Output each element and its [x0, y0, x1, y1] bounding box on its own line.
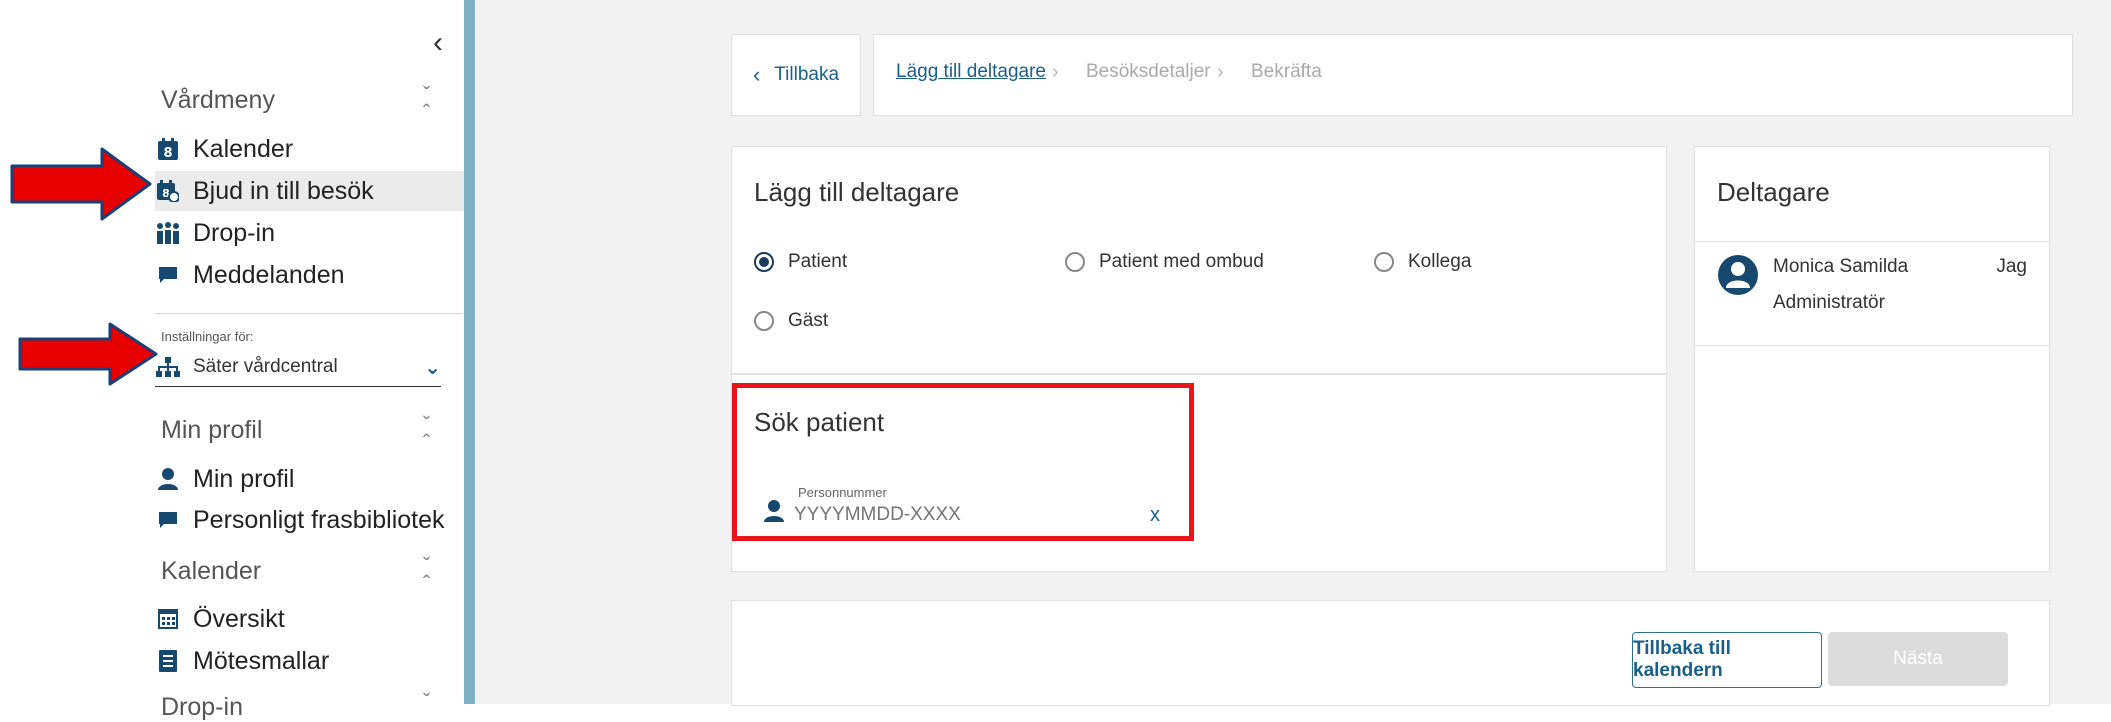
- breadcrumb: Lägg till deltagare › Besöksdetaljer › B…: [873, 34, 2073, 116]
- sidebar-item-meddelanden[interactable]: Meddelanden: [155, 255, 345, 295]
- participant-row: Monica Samilda Administratör Jag: [1695, 242, 2049, 338]
- sidebar-item-frasbibliotek[interactable]: Personligt frasbibliotek: [155, 500, 445, 540]
- org-chart-icon: [155, 357, 181, 377]
- sidebar-item-motesmallar[interactable]: Mötesmallar: [155, 641, 329, 681]
- radio-label: Gäst: [788, 310, 829, 331]
- next-button[interactable]: Nästa: [1828, 632, 2008, 686]
- sidebar-item-oversikt[interactable]: Översikt: [155, 599, 285, 639]
- select-underline: [155, 386, 441, 387]
- chat-icon: [155, 266, 181, 284]
- collapse-section-icon[interactable]: ˇˆ: [423, 555, 430, 595]
- red-arrow-annotation: [10, 147, 152, 221]
- card-title: Sök patient: [754, 407, 885, 437]
- sidebar-item-min-profil[interactable]: Min profil: [155, 459, 294, 499]
- calendar-grid-icon: [155, 609, 181, 629]
- divider: [1695, 345, 2049, 346]
- calendar-invite-icon: 8: [155, 180, 181, 202]
- sidebar-item-label: Mötesmallar: [193, 646, 330, 675]
- radio-kollega[interactable]: Kollega: [1374, 251, 1471, 273]
- chat-icon: [155, 511, 181, 529]
- radio-selected-icon: [754, 252, 774, 272]
- participant-name: Monica Samilda: [1773, 256, 1909, 277]
- avatar: [1717, 254, 1759, 315]
- sidebar-item-drop-in[interactable]: Drop-in: [155, 213, 275, 253]
- document-list-icon: [155, 650, 181, 672]
- search-patient-card: Sök patient Personnummer x: [731, 374, 1667, 572]
- radio-icon: [754, 311, 774, 331]
- settings-label: Inställningar för:: [161, 329, 254, 344]
- personnummer-label: Personnummer: [798, 485, 887, 500]
- personnummer-input[interactable]: [794, 503, 1124, 527]
- chevron-left-icon[interactable]: ‹: [433, 26, 443, 60]
- radio-gast[interactable]: Gäst: [754, 310, 828, 332]
- breadcrumb-step-2: Besöksdetaljer: [1086, 61, 1211, 82]
- collapse-section-icon[interactable]: ˇˆ: [423, 84, 430, 124]
- participant-role: Administratör: [1773, 292, 1885, 313]
- back-button[interactable]: ‹ Tillbaka: [731, 34, 861, 116]
- sidebar-border: [464, 0, 475, 704]
- sidebar-item-label: Översikt: [193, 604, 285, 633]
- collapse-section-icon[interactable]: ˇˆ: [423, 414, 430, 454]
- radio-label: Patient med ombud: [1099, 251, 1264, 272]
- card-title: Deltagare: [1717, 177, 1830, 207]
- participants-card: Deltagare Monica Samilda Administratör J…: [1694, 146, 2050, 572]
- clinic-select[interactable]: Säter vårdcentral ⌄: [155, 349, 441, 385]
- chevron-down-icon: ⌄: [424, 357, 441, 379]
- red-arrow-annotation: [18, 322, 158, 386]
- sidebar-item-label: Bjud in till besök: [193, 176, 374, 205]
- user-icon: [155, 468, 181, 490]
- breadcrumb-step-1[interactable]: Lägg till deltagare: [896, 61, 1046, 83]
- radio-patient-med-ombud[interactable]: Patient med ombud: [1065, 251, 1264, 273]
- sidebar-item-label: Drop-in: [193, 218, 275, 247]
- radio-icon: [1065, 252, 1085, 272]
- people-icon: [155, 222, 181, 244]
- calendar-8-icon: 8: [155, 138, 181, 160]
- section-title-min-profil: Min profil: [161, 416, 263, 444]
- section-title-vardmeny: Vårdmeny: [161, 86, 275, 114]
- card-title: Lägg till deltagare: [754, 177, 960, 207]
- clear-icon[interactable]: x: [1150, 504, 1160, 527]
- sidebar-item-label: Meddelanden: [193, 260, 345, 289]
- sidebar-item-bjud-in[interactable]: 8 Bjud in till besök: [155, 171, 464, 211]
- breadcrumb-step-3: Bekräfta: [1251, 61, 1322, 82]
- footer-card: Tillbaka till kalendern Nästa: [731, 600, 2050, 706]
- back-to-calendar-button[interactable]: Tillbaka till kalendern: [1632, 632, 1822, 688]
- divider: [155, 313, 463, 314]
- user-icon: [764, 500, 784, 527]
- sidebar-item-kalender[interactable]: 8 Kalender: [155, 129, 293, 169]
- section-title-drop-in: Drop-in: [161, 693, 243, 721]
- chevron-right-icon: ›: [1217, 61, 1224, 83]
- sidebar-item-label: Personligt frasbibliotek: [193, 505, 445, 534]
- add-participant-card: Lägg till deltagare Patient Patient med …: [731, 146, 1667, 374]
- radio-label: Kollega: [1408, 251, 1472, 272]
- svg-text:8: 8: [163, 146, 172, 160]
- radio-patient[interactable]: Patient: [754, 251, 847, 273]
- clinic-select-value: Säter vårdcentral: [193, 356, 338, 377]
- sidebar-item-label: Kalender: [193, 134, 294, 163]
- back-button-label: Tillbaka: [774, 64, 840, 85]
- main-content: ‹ Tillbaka Lägg till deltagare › Besöksd…: [475, 0, 2111, 706]
- collapse-section-icon[interactable]: ˇ: [423, 691, 430, 713]
- sidebar-item-label: Min profil: [193, 464, 295, 493]
- chevron-left-icon: ‹: [752, 62, 761, 87]
- chevron-right-icon: ›: [1052, 61, 1059, 83]
- radio-label: Patient: [788, 251, 848, 272]
- radio-icon: [1374, 252, 1394, 272]
- participant-tag: Jag: [1996, 256, 2027, 277]
- section-title-kalender: Kalender: [161, 557, 262, 585]
